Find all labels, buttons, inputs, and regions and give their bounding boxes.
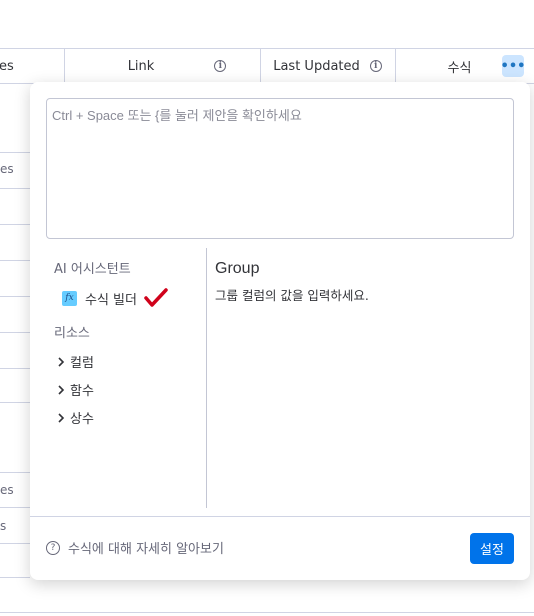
column-header-label: Last Updated (273, 58, 360, 74)
row-divider (0, 188, 30, 189)
more-options-button[interactable]: ••• (500, 55, 526, 77)
column-header-last-updated[interactable]: Last Updated i (260, 49, 396, 83)
formula-editor-popup: Ctrl + Space 또는 {를 눌러 제안을 확인하세요 AI 어시스턴트… (30, 82, 530, 580)
info-icon[interactable]: i (214, 60, 227, 72)
column-header-label: es (0, 58, 14, 74)
tree-item-functions[interactable]: 함수 (54, 380, 94, 399)
column-header-label: 수식 (447, 60, 472, 76)
row-divider (0, 224, 30, 225)
row-fragment: es (0, 483, 14, 497)
detail-description: 그룹 컬럼의 값을 입력하세요. (215, 288, 369, 303)
tree-item-label: 함수 (70, 384, 94, 399)
detail-title: Group (215, 260, 260, 277)
formula-builder-item[interactable]: fx 수식 빌더 (62, 288, 169, 308)
formula-input[interactable]: Ctrl + Space 또는 {를 눌러 제안을 확인하세요 (46, 98, 514, 239)
row-divider (0, 472, 30, 473)
row-divider (0, 332, 30, 333)
info-icon[interactable]: i (369, 60, 382, 72)
row-divider (0, 507, 30, 508)
settings-button[interactable]: 설정 (470, 533, 514, 564)
board-bottom-divider (0, 612, 534, 613)
row-fragment: es (0, 162, 14, 176)
row-divider (0, 402, 30, 403)
resources-title: 리소스 (54, 326, 90, 341)
board-header-row: es Link i Last Updated i 수식 ••• (0, 48, 534, 84)
checkmark-icon (144, 288, 168, 307)
tree-item-label: 상수 (70, 412, 94, 427)
chevron-right-icon (58, 356, 65, 367)
tree-item-label: 컬럼 (70, 356, 94, 371)
formula-input-placeholder: Ctrl + Space 또는 {를 눌러 제안을 확인하세요 (52, 108, 302, 123)
fx-icon: fx (62, 290, 77, 306)
row-divider (0, 368, 30, 369)
help-link[interactable]: ? 수식에 대해 자세히 알아보기 (46, 538, 224, 557)
row-divider (0, 260, 30, 261)
tree-item-columns[interactable]: 컬럼 (54, 352, 94, 371)
more-icon: ••• (500, 58, 526, 74)
settings-button-label: 설정 (480, 543, 504, 558)
chevron-right-icon (58, 412, 65, 423)
board-left-rows: es es s (0, 82, 30, 582)
column-header-truncated[interactable]: es (0, 49, 65, 83)
column-header-link[interactable]: Link i (64, 49, 261, 83)
row-divider (0, 543, 30, 544)
row-divider (0, 152, 30, 153)
row-divider (0, 296, 30, 297)
row-divider (0, 577, 30, 578)
question-icon: ? (46, 540, 60, 555)
ai-assistant-title: AI 어시스턴트 (54, 262, 131, 277)
tree-item-constants[interactable]: 상수 (54, 408, 94, 427)
chevron-right-icon (58, 384, 65, 395)
formula-sidebar: AI 어시스턴트 fx 수식 빌더 리소스 컬럼 함수 상수 (46, 248, 207, 508)
column-header-label: Link (127, 58, 155, 74)
footer-divider (30, 516, 530, 517)
row-fragment: s (0, 519, 7, 533)
formula-builder-label: 수식 빌더 (85, 292, 137, 308)
help-link-label: 수식에 대해 자세히 알아보기 (68, 542, 224, 557)
